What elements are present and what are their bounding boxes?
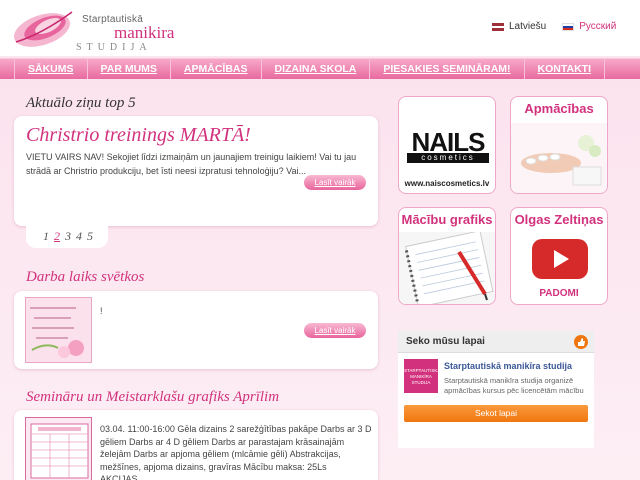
holiday-card-text: ! <box>100 306 103 316</box>
nav-item-apmacibas[interactable]: APMĀCĪBAS <box>171 59 262 79</box>
site-logo[interactable]: Starptautiskā manikira STUDIJA <box>12 6 175 53</box>
news-card-text: VIETU VAIRS NAV! Sekojiet līdzi izmaiņām… <box>26 152 357 176</box>
promo-macibu-grafiks[interactable]: Mācību grafiks <box>398 207 496 305</box>
lang-latvian[interactable]: Latviešu <box>492 21 546 32</box>
nav-item-kontakti[interactable]: KONTAKTI <box>525 59 606 79</box>
nav-item-sakums[interactable]: SĀKUMS <box>14 59 88 79</box>
holiday-card: ! Lasīt vairāk <box>14 291 378 369</box>
news-card-title[interactable]: Christrio treinings MARTĀ! <box>26 124 251 147</box>
pager-page-4[interactable]: 4 <box>76 229 82 243</box>
nav-item-dizaina-skola[interactable]: DIZAINA SKOLA <box>262 59 371 79</box>
seminars-thumbnail[interactable] <box>25 417 92 480</box>
promo-apmacibas[interactable]: Apmācības <box>510 96 608 194</box>
news-card: Christrio treinings MARTĀ! VIETU VAIRS N… <box>14 116 378 226</box>
facebook-page-description: Starptautiskā manikīra studija organizē … <box>444 376 584 395</box>
promo-olgas-caption: PADOMI <box>539 288 579 299</box>
facebook-page-logo[interactable]: STARPTAUTISKĀ MANIKĪRA STUDIJA <box>404 359 440 393</box>
nav-item-piesakies-seminaram[interactable]: PIESAKIES SEMINĀRAM! <box>370 59 525 79</box>
holiday-thumbnail[interactable] <box>25 297 92 363</box>
seminars-section-title[interactable]: Semināru un Meistarklašu grafiks Aprīlim <box>26 389 279 406</box>
promo-olgas-title: Olgas Zeltiņas <box>514 212 604 227</box>
facebook-box-header: Seko mūsu lapai <box>398 331 594 353</box>
nails-logo-subtitle: cosmetics <box>407 153 489 163</box>
pager-page-3[interactable]: 3 <box>65 229 71 243</box>
latvia-flag-icon <box>492 22 504 31</box>
main-nav: SĀKUMS PAR MUMS APMĀCĪBAS DIZAINA SKOLA … <box>0 58 640 79</box>
schedule-table-icon <box>26 418 91 480</box>
flower-photo-icon <box>26 298 91 362</box>
pager-page-2[interactable]: 2 <box>54 229 60 243</box>
facebook-follow-box: Seko mūsu lapai STARPTAUTISKĀ MANIKĪRA S… <box>398 331 594 448</box>
promo-apmacibas-title: Apmācības <box>524 101 594 116</box>
promo-nails-cosmetics[interactable]: NAILS cosmetics www.naiscosmetics.lv <box>398 96 496 194</box>
thumbs-up-icon <box>574 335 588 349</box>
nav-item-par-mums[interactable]: PAR MUMS <box>88 59 171 79</box>
planner-pen-icon <box>399 232 495 304</box>
pager-page-1[interactable]: 1 <box>43 229 49 243</box>
site-header: Starptautiskā manikira STUDIJA Latviešu … <box>0 0 640 56</box>
holiday-read-more-button[interactable]: Lasīt vairāk <box>304 323 366 338</box>
pager-page-5[interactable]: 5 <box>87 229 93 243</box>
facebook-box-title: Seko mūsu lapai <box>406 336 485 347</box>
lang-latvian-label: Latviešu <box>509 21 547 32</box>
seminars-card-text: 03.04. 11:00-16:00 Gēla dizains 2 sarežģ… <box>100 424 372 480</box>
logo-line3: STUDIJA <box>76 42 152 53</box>
news-read-more-button[interactable]: Lasīt vairāk <box>304 175 366 190</box>
news-pager: 1 2 3 4 5 <box>26 226 108 248</box>
logo-line2: manikira <box>114 23 175 42</box>
seminars-card: 03.04. 11:00-16:00 Gēla dizains 2 sarežģ… <box>14 410 378 480</box>
russia-flag-icon <box>562 22 575 31</box>
lang-russian-label: Русский <box>579 21 617 32</box>
promo-grafiks-title: Mācību grafiks <box>401 212 493 227</box>
lang-russian[interactable]: Русский <box>562 21 616 32</box>
language-switcher: Latviešu Русский <box>492 21 616 32</box>
news-section-title: Aktuālo ziņu top 5 <box>26 95 136 111</box>
follow-page-button[interactable]: Sekot lapai <box>404 405 588 422</box>
main-content: Aktuālo ziņu top 5 Christrio treinings M… <box>0 79 640 480</box>
manicure-hand-icon <box>511 123 607 193</box>
logo-swirl-icon <box>14 11 73 47</box>
promo-olgas-padomi[interactable]: Olgas Zeltiņas PADOMI <box>510 207 608 305</box>
play-video-icon <box>532 239 588 279</box>
facebook-page-name[interactable]: Starptautiskā manikīra studija <box>444 361 572 371</box>
nails-url: www.naiscosmetics.lv <box>404 179 490 188</box>
holiday-section-title[interactable]: Darba laiks svētkos <box>26 269 144 286</box>
